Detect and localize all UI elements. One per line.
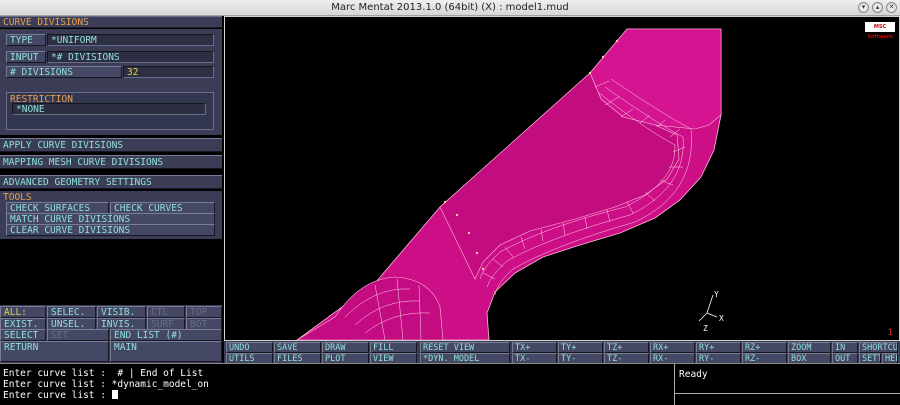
- zoom-in-button[interactable]: IN: [832, 342, 858, 353]
- rx-plus-button[interactable]: RX+: [650, 342, 695, 353]
- reset-view-button[interactable]: RESET VIEW: [420, 342, 510, 353]
- graphics-viewport[interactable]: Y X Z MSC Software 1: [224, 16, 900, 341]
- title-bar: Marc Mentat 2013.1.0 (64bit) (X) : model…: [0, 0, 900, 16]
- set-button[interactable]: SET: [47, 329, 109, 341]
- ctl-button[interactable]: CTL: [147, 306, 185, 318]
- mapping-mesh-curve-divisions-button[interactable]: MAPPING MESH CURVE DIVISIONS: [0, 155, 222, 169]
- window-title: Marc Mentat 2013.1.0 (64bit) (X) : model…: [331, 2, 569, 13]
- main-button[interactable]: MAIN: [110, 341, 222, 362]
- draw-button[interactable]: DRAW: [322, 342, 369, 353]
- msc-logo: MSC Software: [865, 22, 895, 40]
- tz-plus-button[interactable]: TZ+: [604, 342, 649, 353]
- console-line-2: Enter curve list : *dynamic_model_on: [3, 378, 209, 390]
- end-list-button[interactable]: END LIST (#): [110, 329, 222, 341]
- status-text: Ready: [679, 369, 708, 380]
- advanced-geometry-settings-button[interactable]: ADVANCED GEOMETRY SETTINGS: [0, 175, 222, 189]
- console-line-1: Enter curve list : # | End of List: [3, 368, 204, 379]
- type-value-field[interactable]: *UNIFORM: [47, 34, 214, 46]
- ry-plus-button[interactable]: RY+: [696, 342, 741, 353]
- console-prompt: Enter curve list :: [3, 390, 106, 401]
- maximize-icon[interactable]: ▴: [872, 2, 883, 13]
- type-button[interactable]: TYPE: [6, 34, 46, 46]
- command-console[interactable]: Enter curve list : # | End of List Enter…: [0, 363, 674, 405]
- mesh-cylinder: [296, 276, 444, 340]
- fill-button[interactable]: FILL: [370, 342, 417, 353]
- save-button[interactable]: SAVE: [274, 342, 321, 353]
- input-value-field[interactable]: *# DIVISIONS: [47, 51, 214, 63]
- divisions-value-field[interactable]: 32: [123, 66, 214, 78]
- status-panel: Ready: [674, 363, 900, 393]
- axis-x-label: X: [719, 314, 724, 323]
- zoom-label: ZOOM: [788, 342, 831, 353]
- model-render: Y X Z: [296, 28, 724, 340]
- rz-plus-button[interactable]: RZ+: [742, 342, 787, 353]
- text-cursor: [111, 390, 118, 399]
- undo-button[interactable]: UNDO: [226, 342, 273, 353]
- all-visible-button[interactable]: VISIB.: [97, 306, 146, 318]
- bottom-toolbar: UNDO SAVE DRAW FILL RESET VIEW TX+ TY+ T…: [224, 341, 900, 364]
- input-button[interactable]: INPUT: [6, 51, 46, 63]
- axis-y-label: Y: [714, 290, 719, 299]
- select-button[interactable]: SELECT: [0, 329, 46, 341]
- close-icon[interactable]: ✕: [886, 2, 897, 13]
- left-panel: CURVE DIVISIONS TYPE *UNIFORM INPUT *# D…: [0, 16, 224, 363]
- restriction-value-field[interactable]: *NONE: [12, 103, 206, 115]
- clear-curve-divisions-button[interactable]: CLEAR CURVE DIVISIONS: [6, 224, 215, 236]
- top-button[interactable]: TOP: [186, 306, 222, 318]
- status-line: [674, 393, 900, 405]
- axis-z-label: Z: [703, 324, 708, 333]
- return-button[interactable]: RETURN: [0, 341, 109, 362]
- apply-curve-divisions-button[interactable]: APPLY CURVE DIVISIONS: [0, 138, 222, 152]
- divisions-button[interactable]: # DIVISIONS: [6, 66, 122, 78]
- shortcuts-button[interactable]: SHORTCUTS: [859, 342, 898, 353]
- ty-plus-button[interactable]: TY+: [558, 342, 603, 353]
- all-label: ALL:: [0, 306, 46, 318]
- panel-header: CURVE DIVISIONS: [0, 16, 222, 28]
- viewport-number: 1: [887, 328, 893, 338]
- all-selected-button[interactable]: SELEC.: [47, 306, 96, 318]
- tx-plus-button[interactable]: TX+: [512, 342, 557, 353]
- minimize-icon[interactable]: ▾: [858, 2, 869, 13]
